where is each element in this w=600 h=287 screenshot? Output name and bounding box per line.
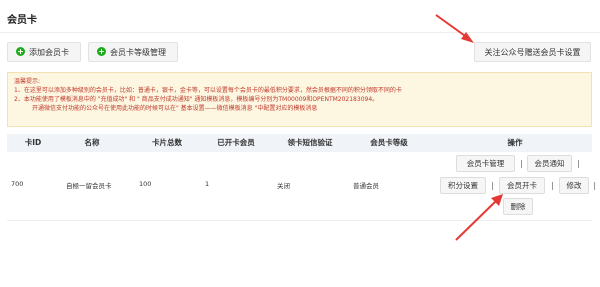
edit-button[interactable]: 修改 xyxy=(559,177,589,194)
add-card-label: 添加会员卡 xyxy=(29,48,69,57)
notice-line: 2、本功能使用了模板消息中的 "充值成功" 和 " 商品支付成功通知" 通知模板… xyxy=(14,96,379,103)
delete-button[interactable]: 删除 xyxy=(503,198,533,215)
cell-level: 普通会员 xyxy=(353,182,379,190)
cell-sms: 关闭 xyxy=(277,182,290,190)
divider xyxy=(0,32,600,33)
level-manage-button[interactable]: + 会员卡等级管理 xyxy=(88,42,178,62)
cell-id: 700 xyxy=(11,180,24,188)
points-setting-button[interactable]: 积分设置 xyxy=(440,177,486,194)
notice-line: 1、在这里可以添加多种级别的会员卡，比如：普通卡，银卡，金卡等，可以设置每个会员… xyxy=(14,87,402,94)
cell-total: 100 xyxy=(139,180,152,188)
header-sms: 领卡短信验证 xyxy=(287,138,333,147)
cell-name: 自極一留会员卡 xyxy=(66,182,112,190)
table-row: 700 自極一留会员卡 100 1 关闭 普通会员 会员卡管理 | 会员通知 |… xyxy=(7,152,596,221)
plus-icon: + xyxy=(16,47,25,56)
notice-line: 开通微信支付功能的公众号在使用此功能的时候可以在" 基本设置——微信模板消息 "… xyxy=(32,105,318,112)
table-header: 卡ID 名称 卡片总数 已开卡会员 领卡短信验证 会员卡等级 操作 xyxy=(7,134,592,152)
follow-gift-setting-button[interactable]: 关注公众号赠送会员卡设置 xyxy=(474,42,591,62)
header-id: 卡ID xyxy=(24,138,42,147)
notice-title: 温馨提示: xyxy=(14,78,41,85)
header-level: 会员卡等级 xyxy=(370,138,408,147)
header-opened: 已开卡会员 xyxy=(217,138,255,147)
add-card-button[interactable]: + 添加会员卡 xyxy=(7,42,81,62)
arrow-icon xyxy=(435,14,474,43)
action-separator: | xyxy=(491,181,494,190)
action-separator: | xyxy=(551,181,554,190)
notice-box: 温馨提示: 1、在这里可以添加多种级别的会员卡，比如：普通卡，银卡，金卡等，可以… xyxy=(7,72,592,127)
action-separator: | xyxy=(593,181,596,190)
card-manage-button[interactable]: 会员卡管理 xyxy=(456,155,515,172)
header-actions: 操作 xyxy=(507,138,523,147)
cell-opened: 1 xyxy=(205,180,210,188)
member-open-card-button[interactable]: 会员开卡 xyxy=(499,177,545,194)
plus-icon: + xyxy=(97,47,106,56)
level-manage-label: 会员卡等级管理 xyxy=(110,48,166,57)
action-separator: | xyxy=(520,159,523,168)
header-name: 名称 xyxy=(84,138,100,147)
member-notify-button[interactable]: 会员通知 xyxy=(527,155,572,172)
header-total: 卡片总数 xyxy=(152,138,182,147)
action-separator: | xyxy=(577,159,580,168)
page-title: 会员卡 xyxy=(7,15,37,26)
